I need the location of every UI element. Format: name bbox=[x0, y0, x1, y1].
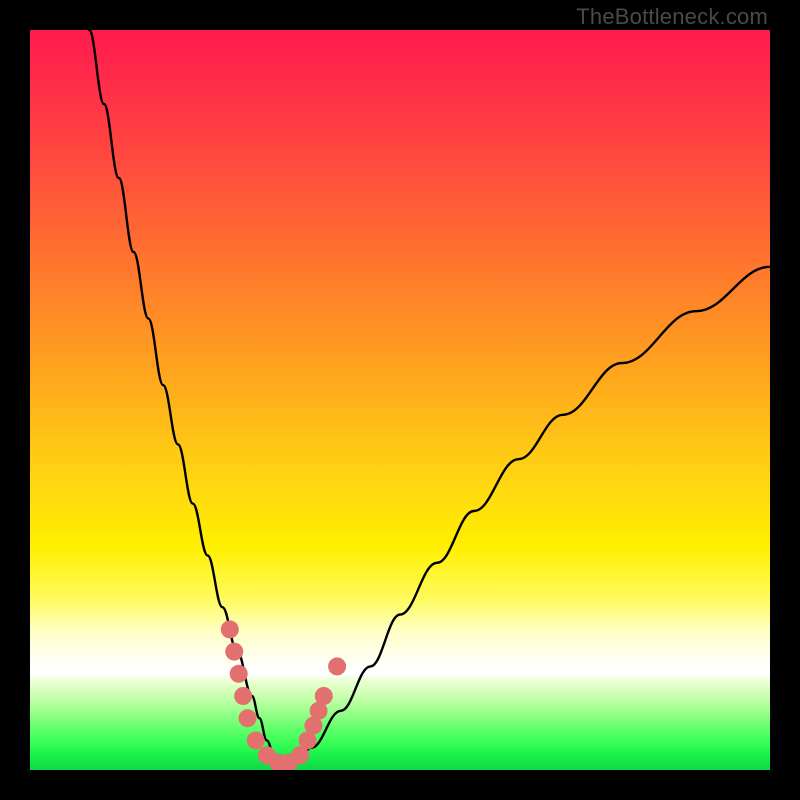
marker-dot bbox=[310, 702, 328, 720]
chart-frame: TheBottleneck.com bbox=[0, 0, 800, 800]
curve-group bbox=[89, 30, 770, 763]
marker-dot bbox=[280, 754, 298, 770]
marker-dot bbox=[239, 709, 257, 727]
marker-dot bbox=[299, 731, 317, 749]
marker-dot bbox=[247, 731, 265, 749]
bottleneck-chart-svg bbox=[30, 30, 770, 770]
marker-dot bbox=[258, 746, 276, 764]
marker-dot bbox=[230, 665, 248, 683]
marker-group bbox=[221, 620, 346, 770]
watermark-text: TheBottleneck.com bbox=[576, 4, 768, 30]
marker-dot bbox=[328, 657, 346, 675]
bottleneck-curve-line bbox=[89, 30, 770, 763]
marker-dot bbox=[234, 687, 252, 705]
marker-dot bbox=[225, 643, 243, 661]
plot-area bbox=[30, 30, 770, 770]
marker-dot bbox=[221, 620, 239, 638]
marker-dot bbox=[291, 746, 309, 764]
marker-dot bbox=[269, 754, 287, 770]
marker-dot bbox=[315, 687, 333, 705]
marker-dot bbox=[304, 717, 322, 735]
